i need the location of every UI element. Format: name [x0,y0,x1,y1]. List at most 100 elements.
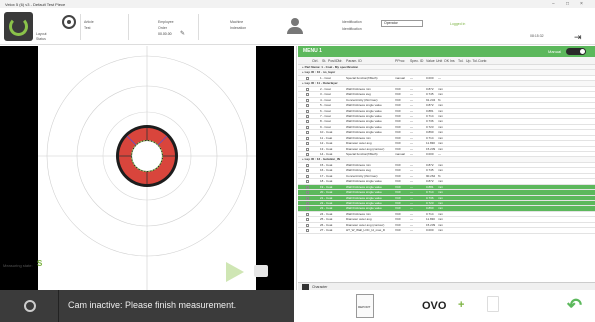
table-header: Ctrl. St. Pos/ID Nr. Param. ID PProc Spe… [298,57,595,65]
row-spec: --- [410,217,413,222]
indexation-label: Indexation [230,26,247,30]
row-checkbox[interactable] [306,191,309,195]
row-checkbox[interactable] [306,196,309,200]
mode-toggle[interactable] [566,48,586,55]
col-nr[interactable]: Nr. [338,59,342,63]
row-param: Wall thickness single value [346,119,382,124]
row-value: 0.745 [426,168,434,173]
row-spec: --- [410,228,413,233]
row-checkbox[interactable] [306,229,309,233]
row-checkbox[interactable] [306,131,309,135]
col-value[interactable]: Value [426,59,435,63]
trash-icon[interactable] [487,296,499,312]
row-id: 10 - Coat [320,130,333,135]
row-checkbox[interactable] [306,98,309,102]
row-spec: --- [410,135,413,140]
exit-icon[interactable]: ⇥ [574,32,582,43]
row-unit: mm [438,206,443,211]
camera-icon[interactable] [62,15,76,29]
row-checkbox[interactable] [306,153,309,156]
play-icon[interactable] [226,262,244,282]
identification-label: Identification [342,20,362,24]
col-tol[interactable]: Tol. [458,59,463,63]
row-param: Concentricity (thin/max) [346,97,378,102]
row-spec: --- [410,222,413,227]
row-param: Diameter outer avg [346,141,372,146]
report-button[interactable]: REPORT [356,294,374,318]
snapshot-icon[interactable] [254,265,268,277]
row-checkbox[interactable] [306,104,309,108]
row-checkbox[interactable] [306,87,309,91]
row-unit: mm [438,211,443,216]
row-value: 0.745 [426,92,434,97]
row-id: 21 - Coat [320,195,333,200]
close-button[interactable]: × [580,1,583,7]
row-id: 8 - Coat [320,119,331,124]
col-unit[interactable]: Unit [436,59,442,63]
row-pproc: VCF [395,228,401,233]
row-checkbox[interactable] [306,185,309,189]
col-uptol[interactable]: Up. Tol. [466,59,478,63]
col-ok[interactable]: OK [444,59,449,63]
group-label: + Lay. ID : 10 - no_layer [302,70,336,75]
row-checkbox[interactable] [306,120,309,124]
row-spec: --- [410,108,413,113]
row-checkbox[interactable] [306,136,309,140]
layout-label: Layout [36,32,47,36]
status-message: Cam inactive: Please finish measurement. [68,300,237,310]
row-checkbox[interactable] [306,223,309,227]
group-label: + Lay. ID : 12 - Isolation_IN [302,157,340,162]
row-value: 0.714 [426,211,434,216]
row-checkbox[interactable] [306,207,309,211]
back-arrow-icon[interactable]: ↶ [567,295,582,316]
col-ctrl[interactable]: Ctrl. [312,59,318,63]
col-spec[interactable]: Spec. ID [410,59,423,63]
row-pproc: manual [395,75,405,80]
top-toolbar: Layout Status Article Test Employee Orde… [0,8,595,45]
col-contr[interactable]: Contr. [478,59,487,63]
row-pproc: manual [395,152,405,156]
col-ins[interactable]: Ins [450,59,455,63]
row-unit: mm [438,86,443,91]
row-unit: mm [438,228,443,233]
row-checkbox[interactable] [306,142,309,146]
row-checkbox[interactable] [306,169,309,173]
user-icon[interactable] [287,18,303,34]
row-id: 25 - Coat [320,217,333,222]
col-param[interactable]: Param. ID [346,59,362,63]
row-id: 1 - Coat [320,75,331,80]
row-checkbox[interactable] [306,201,309,205]
viewer-right-mask [256,46,294,290]
edit-icon[interactable]: ✎ [180,30,185,37]
operator-select[interactable]: Operator [381,20,423,27]
row-checkbox[interactable] [306,76,309,80]
row-checkbox[interactable] [306,114,309,118]
divider [198,14,199,40]
row-checkbox[interactable] [306,93,309,97]
row-spec: --- [410,146,413,151]
row-checkbox[interactable] [306,212,309,216]
divider [128,14,129,40]
table-row[interactable]: 27 - Coat HT_W_Wall_LOC_Id_max_D VCF --- 0.0… [298,228,595,234]
row-checkbox[interactable] [306,163,309,167]
row-checkbox[interactable] [306,174,309,178]
row-checkbox[interactable] [306,125,309,129]
col-st[interactable]: St. [322,59,326,63]
col-pproc[interactable]: PProc [395,59,405,63]
row-checkbox[interactable] [306,147,309,151]
row-checkbox[interactable] [306,180,309,184]
add-icon[interactable]: + [458,299,464,311]
divider [80,14,81,40]
app-logo [4,12,33,41]
row-checkbox[interactable] [306,109,309,113]
row-checkbox[interactable] [306,218,309,222]
measurement-view [38,46,256,290]
col-posid[interactable]: Pos/ID [328,59,339,63]
row-id: 18 - Coat [320,179,333,184]
minimize-button[interactable]: − [552,1,555,7]
record-button[interactable] [24,300,36,312]
maximize-button[interactable]: □ [566,1,569,7]
row-value: 0.714 [426,190,434,195]
camera-viewer[interactable] [0,46,294,290]
ovo-logo: OVO [422,300,447,312]
